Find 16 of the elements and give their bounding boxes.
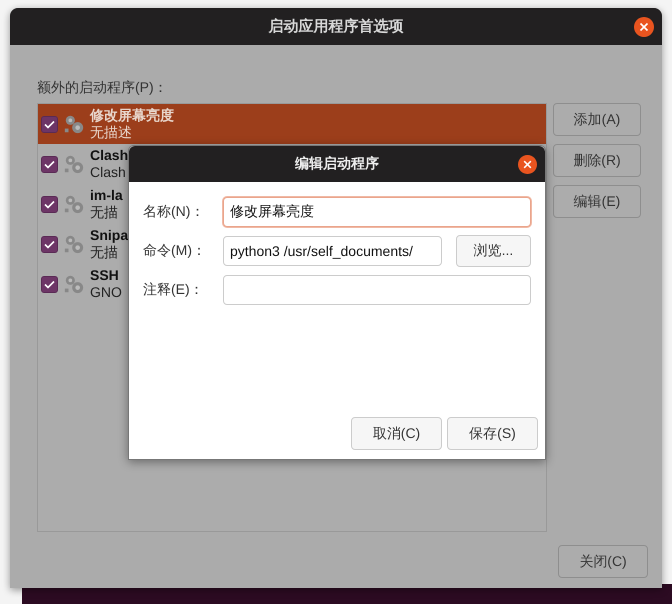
program-description: 无描 bbox=[90, 204, 118, 221]
program-description: Clash bbox=[90, 164, 126, 181]
field-label: 名称(N)： bbox=[143, 203, 206, 221]
program-name: Snipa bbox=[90, 227, 128, 244]
window-title: 启动应用程序首选项 bbox=[268, 17, 404, 36]
program-name: 修改屏幕亮度 bbox=[90, 107, 174, 124]
list-label: 额外的启动程序(P)： bbox=[37, 79, 169, 97]
program-description: 无描 bbox=[90, 244, 118, 261]
program-name: SSH bbox=[90, 267, 119, 284]
program-name: im-la bbox=[90, 187, 123, 204]
dialog-title: 编辑启动程序 bbox=[295, 155, 379, 173]
program-description: GNO bbox=[90, 284, 122, 301]
program-name: Clash bbox=[90, 147, 128, 164]
program-description: 无描述 bbox=[90, 124, 132, 141]
field-label: 命令(M)： bbox=[143, 242, 207, 260]
field-label: 注释(E)： bbox=[143, 281, 205, 299]
